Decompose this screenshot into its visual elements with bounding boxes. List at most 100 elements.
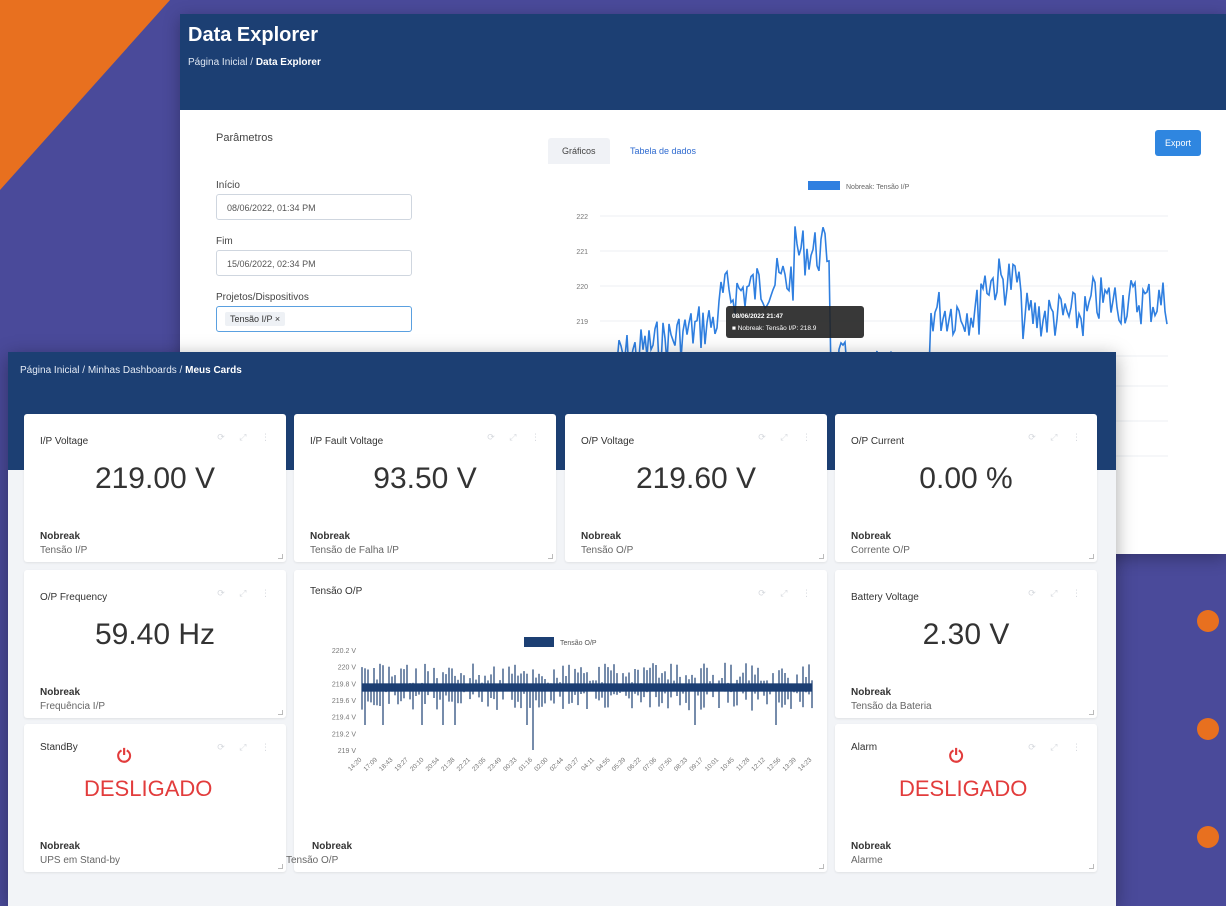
card-device: Nobreak [312, 841, 353, 852]
power-icon: ⏻ [949, 746, 964, 766]
card-device: Nobreak [851, 841, 892, 852]
breadcrumb-home-link[interactable]: Página Inicial [20, 365, 79, 376]
card-actions-icon[interactable]: ⟳ ⤢ ⋮ [758, 432, 817, 443]
y-tick-label: 219 V [338, 748, 357, 755]
chart-tooltip: 08/06/2022 21:47 ■ Nobreak: Tensão I/P: 2… [726, 306, 864, 338]
card-title: O/P Current [851, 436, 905, 447]
tooltip-value: ■ Nobreak: Tensão I/P: 218.9 [732, 325, 817, 332]
card-value: 0.00 % [919, 462, 1013, 495]
legend-swatch [524, 637, 554, 647]
status-text: DESLIGADO [899, 776, 1028, 801]
x-tick-label: 00:33 [502, 756, 519, 773]
end-date-input[interactable]: 15/06/2022, 02:34 PM [216, 250, 412, 276]
x-tick-label: 23:05 [471, 756, 488, 773]
resize-handle-icon[interactable] [278, 710, 283, 715]
card-alarm[interactable]: Alarm ⟳ ⤢ ⋮ ⏻ DESLIGADO Nobreak Alarme [835, 724, 1097, 872]
x-tick-label: 10:45 [719, 756, 736, 773]
card-actions-icon[interactable]: ⟳ ⤢ ⋮ [1028, 588, 1087, 599]
y-tick-label: 219 [576, 319, 588, 326]
breadcrumb-home-link[interactable]: Página Inicial [188, 57, 247, 68]
card-op-voltage[interactable]: O/P Voltage ⟳ ⤢ ⋮ 219.60 V Nobreak Tensã… [565, 414, 827, 562]
resize-handle-icon[interactable] [819, 864, 824, 869]
card-value: 59.40 Hz [94, 618, 216, 651]
x-tick-label: 20:10 [409, 756, 426, 773]
card-actions-icon[interactable]: ⟳ ⤢ ⋮ [1028, 432, 1087, 443]
resize-handle-icon[interactable] [278, 554, 283, 559]
card-standby[interactable]: StandBy ⟳ ⤢ ⋮ ⏻ DESLIGADO Nobreak UPS em… [24, 724, 286, 872]
x-tick-label: 12:12 [750, 756, 767, 773]
x-tick-label: 09:17 [688, 756, 705, 773]
card-actions-icon[interactable]: ⟳ ⤢ ⋮ [217, 588, 276, 599]
card-device: Nobreak [310, 531, 351, 542]
projects-select[interactable]: Tensão I/P × [216, 306, 412, 332]
card-title: Battery Voltage [851, 592, 919, 603]
card-ip-voltage[interactable]: I/P Voltage ⟳ ⤢ ⋮ 219.00 V Nobreak Tensã… [24, 414, 286, 562]
card-metric: Tensão de Falha I/P [310, 545, 399, 556]
card-metric: Tensão O/P [286, 855, 339, 866]
x-tick-label: 02:00 [533, 756, 550, 773]
x-tick-label: 10:01 [704, 756, 721, 773]
breadcrumb: Página Inicial / Data Explorer [188, 57, 321, 68]
x-tick-label: 18:43 [378, 756, 395, 773]
card-device: Nobreak [851, 531, 892, 542]
x-tick-label: 13:39 [781, 756, 798, 773]
x-tick-label: 23:49 [487, 756, 504, 773]
card-actions-icon[interactable]: ⟳ ⤢ ⋮ [758, 588, 817, 599]
card-actions-icon[interactable]: ⟳ ⤢ ⋮ [487, 432, 546, 443]
export-button[interactable]: Export [1155, 130, 1202, 156]
card-actions-icon[interactable]: ⟳ ⤢ ⋮ [217, 432, 276, 443]
page-title: Data Explorer [188, 24, 319, 46]
card-metric: Tensão I/P [40, 545, 88, 556]
card-title: O/P Voltage [581, 436, 635, 447]
card-actions-icon[interactable]: ⟳ ⤢ ⋮ [217, 742, 276, 753]
data-explorer-header: Data Explorer Página Inicial / Data Expl… [180, 14, 1226, 110]
card-device: Nobreak [581, 531, 622, 542]
x-tick-label: 22:21 [456, 756, 473, 773]
x-tick-label: 02:44 [549, 756, 566, 773]
card-device: Nobreak [851, 687, 892, 698]
card-title: I/P Fault Voltage [310, 436, 384, 447]
tensao-op-chart: Tensão O/P 220.2 V 220 V 219.8 V 219.6 V 219.… [332, 637, 814, 773]
card-battery-voltage[interactable]: Battery Voltage ⟳ ⤢ ⋮ 2.30 V Nobreak Ten… [835, 570, 1097, 718]
resize-handle-icon[interactable] [1089, 710, 1094, 715]
params-title: Parâmetros [216, 132, 273, 144]
resize-handle-icon[interactable] [548, 554, 553, 559]
card-op-frequency[interactable]: O/P Frequency ⟳ ⤢ ⋮ 59.40 Hz Nobreak Fre… [24, 570, 286, 718]
tab-data-table[interactable]: Tabela de dados [630, 146, 696, 156]
tab-charts[interactable]: Gráficos [548, 138, 610, 164]
x-tick-label: 05:39 [611, 756, 628, 773]
card-value: 219.60 V [635, 462, 757, 495]
x-tick-label: 07:06 [642, 756, 659, 773]
card-title: I/P Voltage [40, 436, 89, 447]
start-date-input[interactable]: 08/06/2022, 01:34 PM [216, 194, 412, 220]
legend-label: Nobreak: Tensão I/P [846, 184, 910, 191]
card-metric: Alarme [851, 855, 883, 866]
y-tick-label: 219.4 V [332, 715, 356, 722]
orange-corner-decoration [0, 0, 170, 190]
card-tensao-op-chart[interactable]: Tensão O/P ⟳ ⤢ ⋮ Tensão O/P 220.2 V 220 V 2… [286, 570, 827, 872]
resize-handle-icon[interactable] [278, 864, 283, 869]
x-tick-label: 19:27 [394, 756, 411, 773]
x-tick-label: 03:27 [564, 756, 581, 773]
x-tick-label: 12:56 [766, 756, 783, 773]
card-ip-fault-voltage[interactable]: I/P Fault Voltage ⟳ ⤢ ⋮ 93.50 V Nobreak … [294, 414, 556, 562]
resize-handle-icon[interactable] [1089, 554, 1094, 559]
meus-cards-window: Página Inicial / Minhas Dashboards / Meu… [8, 352, 1116, 906]
breadcrumb-dashboards-link[interactable]: Minhas Dashboards [88, 365, 177, 376]
x-tick-label: 06:22 [626, 756, 643, 773]
card-op-current[interactable]: O/P Current ⟳ ⤢ ⋮ 0.00 % Nobreak Corrent… [835, 414, 1097, 562]
x-tick-label: 07:50 [657, 756, 674, 773]
resize-handle-icon[interactable] [1089, 864, 1094, 869]
y-tick-label: 221 [576, 249, 588, 256]
card-actions-icon[interactable]: ⟳ ⤢ ⋮ [1028, 742, 1087, 753]
x-tick-label: 04:55 [595, 756, 612, 773]
x-tick-label: 14:23 [797, 756, 814, 773]
y-tick-label: 219.6 V [332, 698, 356, 705]
card-value: 93.50 V [373, 462, 477, 495]
x-tick-label: 14:20 [347, 756, 364, 773]
resize-handle-icon[interactable] [819, 554, 824, 559]
card-metric: Tensão O/P [581, 545, 634, 556]
start-label: Início [216, 180, 240, 191]
card-metric: UPS em Stand-by [40, 855, 121, 866]
projects-chip[interactable]: Tensão I/P × [225, 312, 286, 326]
